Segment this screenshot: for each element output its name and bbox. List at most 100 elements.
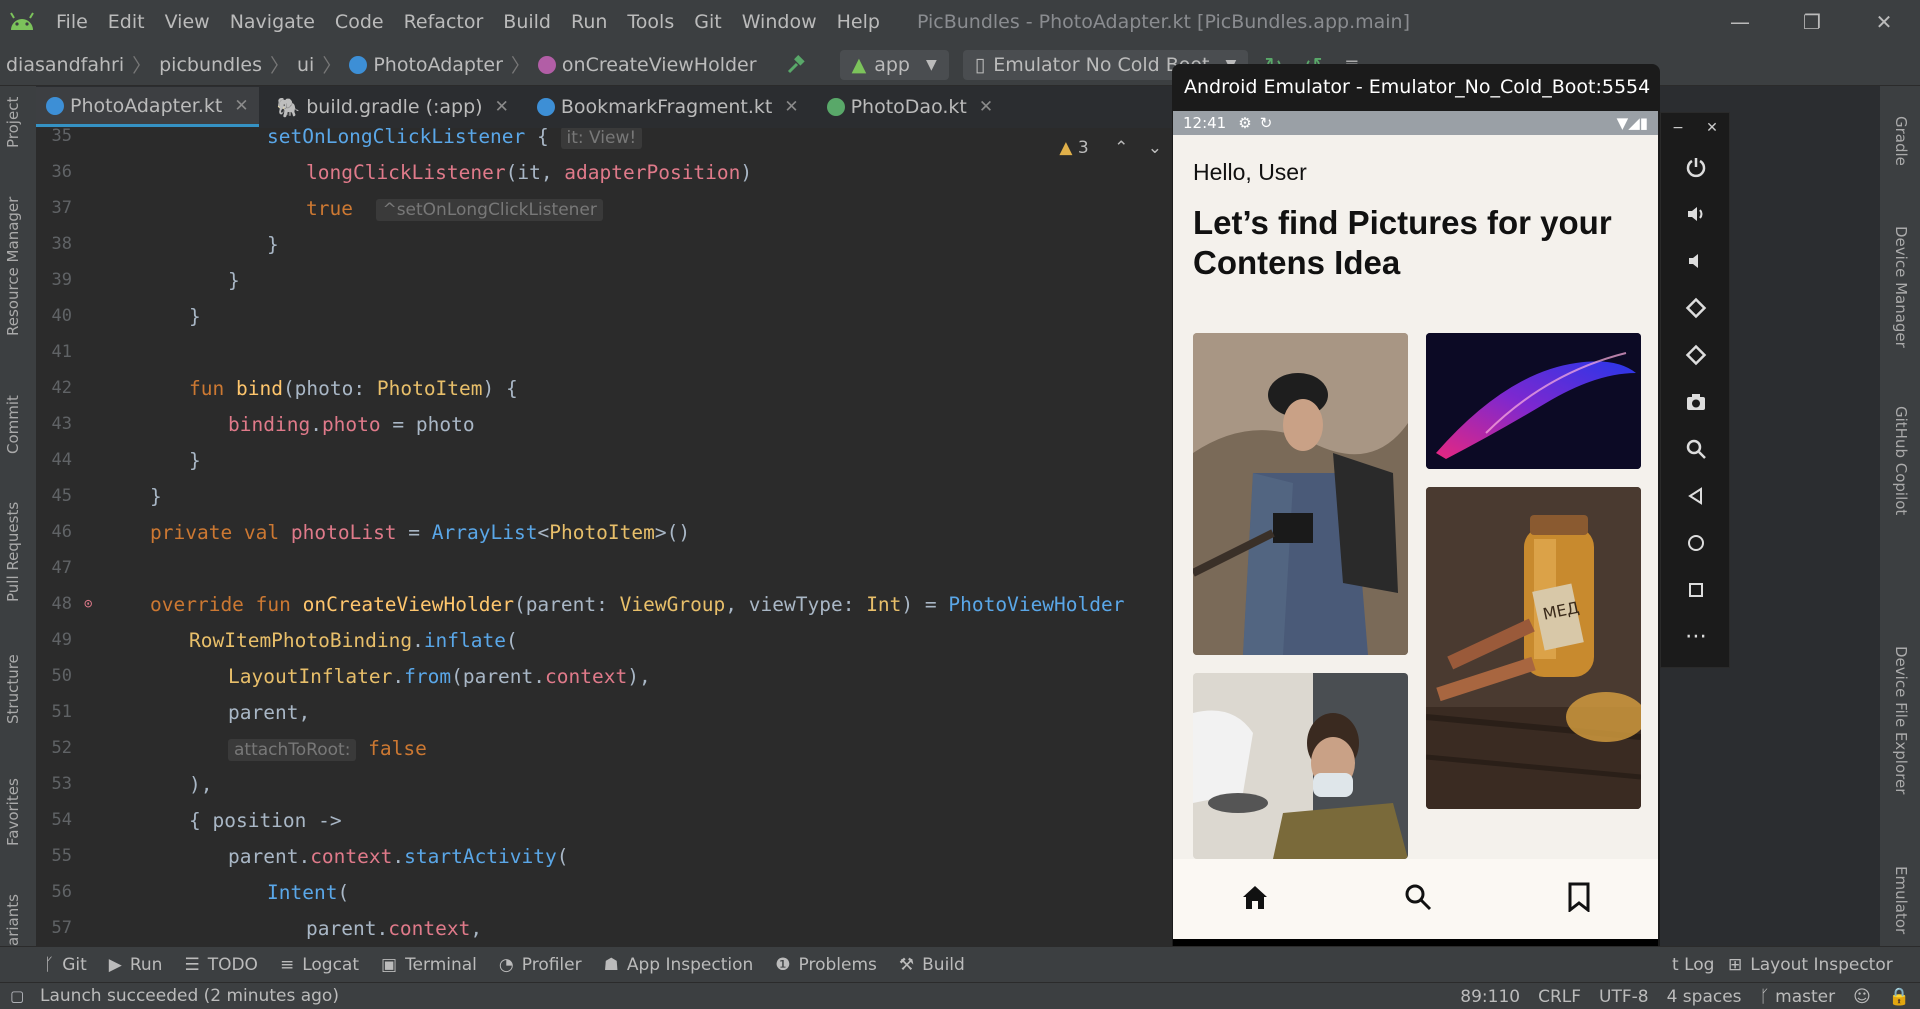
- zoom-icon[interactable]: [1661, 425, 1731, 472]
- close-tab-icon[interactable]: ✕: [784, 97, 798, 117]
- minimize-button[interactable]: —: [1704, 0, 1776, 44]
- rotate-left-icon[interactable]: [1661, 284, 1731, 331]
- home-icon[interactable]: [1240, 883, 1270, 916]
- overview-icon[interactable]: [1661, 566, 1731, 613]
- menu-tools[interactable]: Tools: [627, 11, 674, 33]
- tab-bookmarkfragment[interactable]: BookmarkFragment.kt ✕: [527, 87, 809, 127]
- emulator-minimize-icon[interactable]: −: [1672, 120, 1684, 136]
- volume-down-icon[interactable]: [1661, 237, 1731, 284]
- tool-favorites[interactable]: Favorites: [4, 778, 22, 846]
- volume-up-icon[interactable]: [1661, 190, 1731, 237]
- rotate-right-icon[interactable]: [1661, 331, 1731, 378]
- tool-device-manager[interactable]: Device Manager: [1892, 226, 1910, 348]
- close-button[interactable]: ✕: [1848, 0, 1920, 44]
- method-icon: [537, 55, 556, 74]
- bookmark-icon[interactable]: [1566, 882, 1592, 917]
- tool-emulator[interactable]: Emulator: [1892, 866, 1910, 934]
- photo-card[interactable]: [1193, 333, 1408, 655]
- tab-build-gradle[interactable]: 🐘 build.gradle (:app) ✕: [267, 87, 519, 127]
- tool-resource-manager[interactable]: Resource Manager: [4, 197, 22, 336]
- breadcrumb-item[interactable]: ui: [297, 54, 314, 76]
- photo-card[interactable]: [1426, 333, 1641, 469]
- menu-git[interactable]: Git: [694, 11, 721, 33]
- chevron-down-icon: ▼: [925, 56, 937, 73]
- restore-button[interactable]: ❐: [1776, 0, 1848, 44]
- emulator-window[interactable]: Android Emulator - Emulator_No_Cold_Boot…: [1172, 64, 1660, 976]
- menu-window[interactable]: Window: [742, 11, 817, 33]
- emulator-controls-panel: − ✕ ⋯: [1660, 112, 1730, 668]
- home-circle-icon[interactable]: [1661, 519, 1731, 566]
- tool-project[interactable]: Project: [4, 97, 22, 148]
- editor-tabs: PhotoAdapter.kt ✕ 🐘 build.gradle (:app) …: [36, 87, 1003, 127]
- code-editor[interactable]: ▲ 3 ⌃ ⌄ 35 setOnLongClickListener { it: V…: [36, 128, 1172, 946]
- git-branch[interactable]: ᚴ master: [1760, 987, 1836, 1007]
- camera-icon[interactable]: [1661, 378, 1731, 425]
- sync-icon: ↻: [1259, 114, 1273, 132]
- hammer-icon[interactable]: [785, 54, 807, 76]
- run-config-dropdown[interactable]: ▲ app ▼: [839, 49, 949, 80]
- menu-help[interactable]: Help: [837, 11, 880, 33]
- breadcrumb-item[interactable]: picbundles: [159, 54, 262, 76]
- copilot-icon[interactable]: ☺: [1853, 987, 1871, 1007]
- search-icon[interactable]: [1403, 882, 1433, 917]
- tool-structure[interactable]: Structure: [4, 654, 22, 724]
- tool-run[interactable]: ▶ Run: [109, 955, 163, 975]
- menu-code[interactable]: Code: [335, 11, 384, 33]
- tool-terminal[interactable]: ▣ Terminal: [381, 955, 477, 975]
- tool-event-log[interactable]: t Log: [1672, 955, 1714, 975]
- tool-build[interactable]: ⚒ Build: [899, 955, 965, 975]
- tool-git[interactable]: ᚴ Git: [44, 955, 87, 975]
- power-icon[interactable]: [1661, 143, 1731, 190]
- menu-navigate[interactable]: Navigate: [230, 11, 315, 33]
- breadcrumb-item[interactable]: diasandfahri: [6, 54, 124, 76]
- cursor-position[interactable]: 89:110: [1460, 987, 1520, 1007]
- tool-device-file-explorer[interactable]: Device File Explorer: [1892, 646, 1910, 794]
- tool-github-copilot[interactable]: GitHub Copilot: [1892, 406, 1910, 515]
- photo-card[interactable]: [1193, 673, 1408, 859]
- file-encoding[interactable]: UTF-8: [1599, 987, 1649, 1007]
- back-icon[interactable]: [1661, 472, 1731, 519]
- menu-file[interactable]: File: [56, 11, 88, 33]
- indent-setting[interactable]: 4 spaces: [1667, 987, 1742, 1007]
- logcat-icon: ≡: [279, 954, 295, 975]
- emulator-close-icon[interactable]: ✕: [1706, 120, 1718, 136]
- more-icon[interactable]: ⋯: [1661, 613, 1731, 660]
- layout-inspector-icon: ⊞: [1728, 954, 1743, 975]
- menu-refactor[interactable]: Refactor: [404, 11, 484, 33]
- profiler-icon: ◔: [498, 954, 514, 975]
- tool-variants[interactable]: ariants: [4, 894, 22, 946]
- menu-build[interactable]: Build: [503, 11, 551, 33]
- tab-photoadapter[interactable]: PhotoAdapter.kt ✕: [36, 87, 259, 127]
- tool-app-inspection[interactable]: ☗ App Inspection: [604, 955, 754, 975]
- code-line: 41: [51, 342, 72, 362]
- breadcrumb-item[interactable]: onCreateViewHolder: [562, 54, 757, 76]
- code-line: 53),: [51, 772, 213, 796]
- phone-screen[interactable]: 12:41 ⚙ ↻ ▼◢▮ Hello, User Let’s find Pic…: [1173, 111, 1658, 963]
- lock-icon[interactable]: 🔒: [1889, 987, 1910, 1007]
- kotlin-interface-icon: [826, 98, 845, 116]
- tool-problems[interactable]: ❶ Problems: [775, 955, 877, 975]
- line-separator[interactable]: CRLF: [1538, 987, 1581, 1007]
- code-line: 47: [51, 558, 72, 578]
- tool-logcat[interactable]: ≡ Logcat: [280, 955, 359, 975]
- override-gutter-icon[interactable]: ⊙: [84, 596, 92, 612]
- kotlin-class-icon: [349, 55, 368, 74]
- status-toggle-icon[interactable]: ▢: [10, 987, 24, 1005]
- close-tab-icon[interactable]: ✕: [979, 97, 993, 117]
- close-tab-icon[interactable]: ✕: [234, 96, 248, 116]
- menu-view[interactable]: View: [165, 11, 210, 33]
- photo-card[interactable]: МЕД: [1426, 487, 1641, 809]
- menu-edit[interactable]: Edit: [108, 11, 145, 33]
- tool-pull-requests[interactable]: Pull Requests: [4, 502, 22, 602]
- tool-gradle[interactable]: Gradle: [1892, 116, 1910, 166]
- menu-run[interactable]: Run: [571, 11, 607, 33]
- tool-layout-inspector[interactable]: ⊞ Layout Inspector: [1728, 955, 1893, 975]
- breadcrumb-item[interactable]: PhotoAdapter: [373, 54, 503, 76]
- close-tab-icon[interactable]: ✕: [495, 97, 509, 117]
- tool-todo[interactable]: ☰ TODO: [184, 955, 258, 975]
- photo-hiker-image: [1193, 333, 1408, 655]
- tool-profiler[interactable]: ◔ Profiler: [499, 955, 582, 975]
- bottom-tool-bar: ᚴ Git ▶ Run ☰ TODO ≡ Logcat ▣ Terminal ◔ Profi…: [0, 946, 1920, 982]
- tool-commit[interactable]: Commit: [4, 395, 22, 454]
- tab-photodao[interactable]: PhotoDao.kt ✕: [817, 87, 1004, 127]
